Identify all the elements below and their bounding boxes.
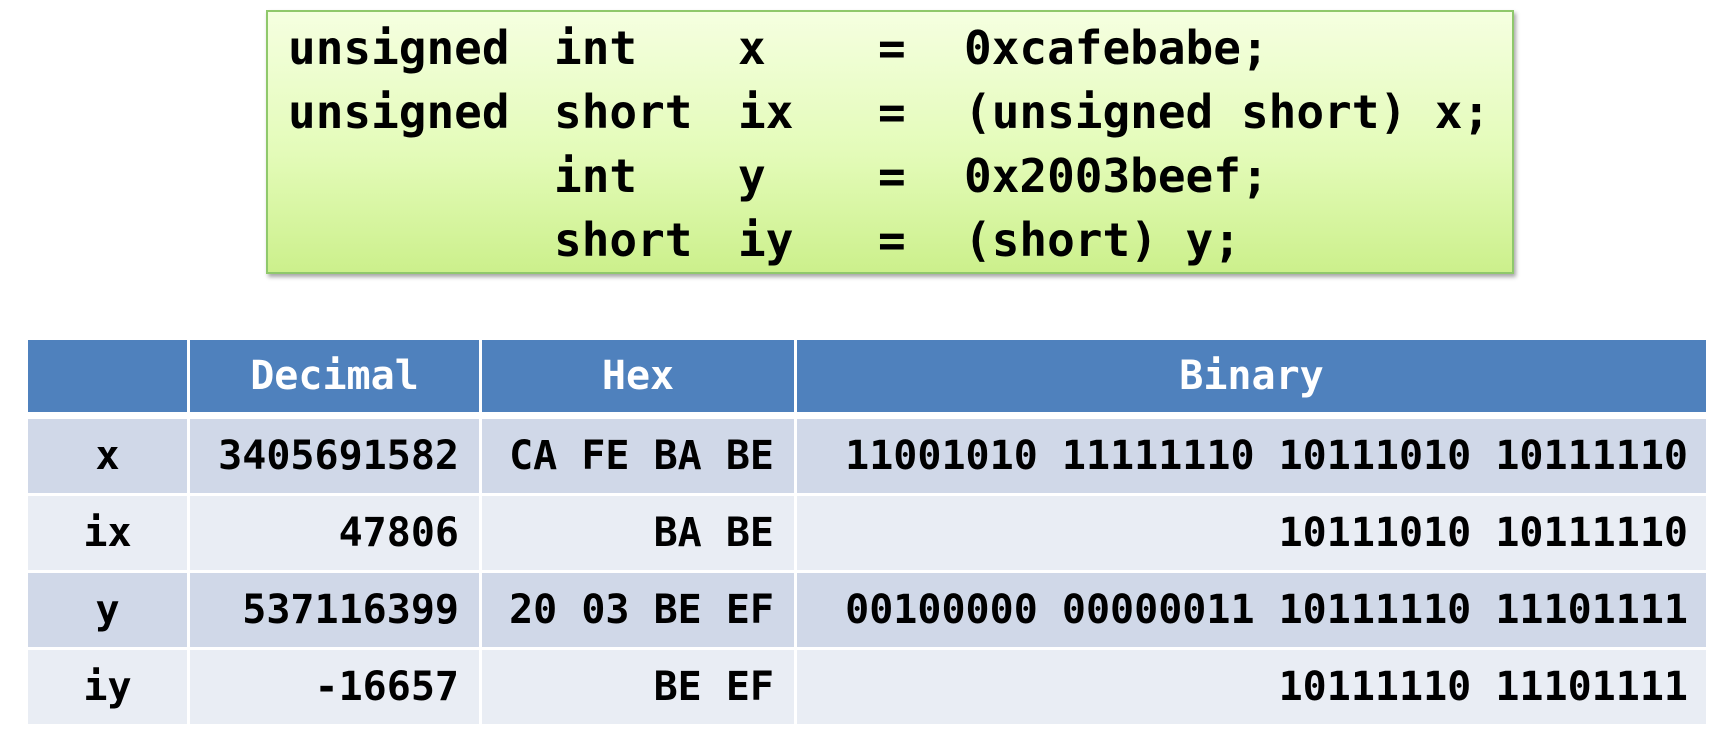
code-variable: ix xyxy=(738,85,794,139)
row-label: ix xyxy=(28,496,187,570)
row-label: x xyxy=(28,419,187,493)
code-block: unsigned int x = 0xcafebabe; unsigned sh… xyxy=(266,10,1514,274)
header-binary: Binary xyxy=(797,340,1706,412)
code-equals: = xyxy=(878,85,906,139)
code-variable: y xyxy=(738,149,766,203)
binary-cell: 11001010 11111110 10111010 10111110 xyxy=(797,419,1706,493)
table-row: x 3405691582 CA FE BA BE 11001010 111111… xyxy=(28,419,1706,493)
conversion-table: Decimal Hex Binary x 3405691582 CA FE BA… xyxy=(28,340,1706,724)
table-row: y 537116399 20 03 BE EF 00100000 0000001… xyxy=(28,573,1706,647)
code-value: 0xcafebabe; xyxy=(964,21,1269,75)
hex-cell: 20 03 BE EF xyxy=(482,573,794,647)
code-variable: iy xyxy=(738,213,794,267)
code-equals: = xyxy=(878,149,906,203)
code-line: short iy = (short) y; xyxy=(288,208,1241,272)
decimal-cell: 3405691582 xyxy=(190,419,479,493)
table-row: iy -16657 BE EF 10111110 11101111 xyxy=(28,650,1706,724)
code-type: short xyxy=(554,85,693,139)
table-header-row: Decimal Hex Binary xyxy=(28,340,1706,412)
row-label: y xyxy=(28,573,187,647)
hex-cell: BE EF xyxy=(482,650,794,724)
code-value: 0x2003beef; xyxy=(964,149,1269,203)
code-equals: = xyxy=(878,21,906,75)
header-corner-cell xyxy=(28,340,187,412)
decimal-cell: -16657 xyxy=(190,650,479,724)
binary-cell: 00100000 00000011 10111110 11101111 xyxy=(797,573,1706,647)
code-type: short xyxy=(554,213,693,267)
table-row: ix 47806 BA BE 10111010 10111110 xyxy=(28,496,1706,570)
binary-cell: 10111110 11101111 xyxy=(797,650,1706,724)
code-line: int y = 0x2003beef; xyxy=(288,144,1269,208)
binary-cell: 10111010 10111110 xyxy=(797,496,1706,570)
header-decimal: Decimal xyxy=(190,340,479,412)
code-variable: x xyxy=(738,21,766,75)
hex-cell: BA BE xyxy=(482,496,794,570)
code-type-qualifier: unsigned xyxy=(288,85,510,139)
decimal-cell: 47806 xyxy=(190,496,479,570)
decimal-cell: 537116399 xyxy=(190,573,479,647)
row-label: iy xyxy=(28,650,187,724)
header-hex: Hex xyxy=(482,340,794,412)
code-equals: = xyxy=(878,213,906,267)
code-type-qualifier: unsigned xyxy=(288,21,510,75)
hex-cell: CA FE BA BE xyxy=(482,419,794,493)
code-line: unsigned int x = 0xcafebabe; xyxy=(288,16,1269,80)
code-value: (short) y; xyxy=(964,213,1241,267)
code-type: int xyxy=(554,149,638,203)
code-type: int xyxy=(554,21,638,75)
code-line: unsigned short ix = (unsigned short) x; xyxy=(288,80,1490,144)
code-value: (unsigned short) x; xyxy=(964,85,1491,139)
